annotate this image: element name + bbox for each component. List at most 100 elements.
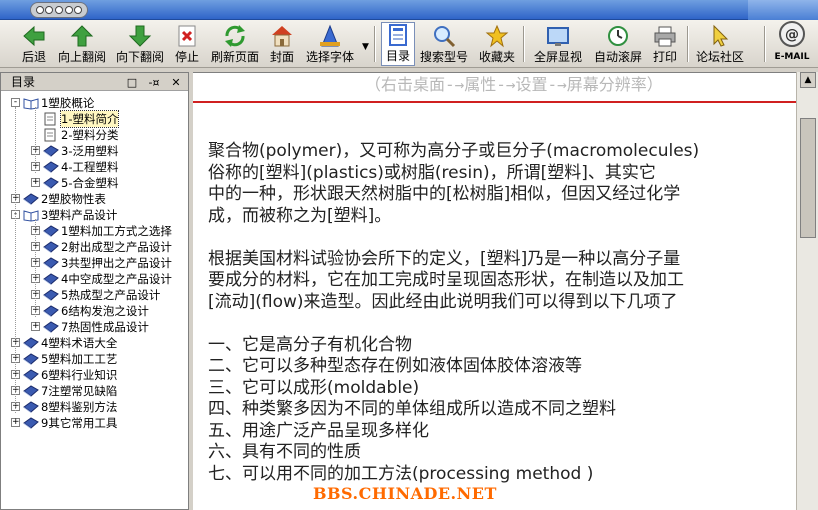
toc-tree-item-label: 4塑料术语大全 — [41, 336, 118, 350]
article-scrollbar[interactable]: ▲ — [796, 72, 818, 510]
toc-tree-item[interactable]: 1-塑料简介 — [1, 110, 188, 128]
back-button[interactable]: 后退 — [14, 22, 54, 66]
toc-tree-item[interactable]: +4中空成型之产品设计 — [1, 271, 188, 287]
expand-icon[interactable]: + — [31, 322, 40, 331]
toc-tree-item[interactable]: +2塑胶物性表 — [1, 191, 188, 207]
article-line: 六、具有不同的性质 — [208, 442, 361, 462]
toc-tree-item[interactable]: +8塑料鉴别方法 — [1, 399, 188, 415]
expand-icon[interactable]: + — [31, 178, 40, 187]
page-down-button[interactable]: 向下翻阅 — [114, 22, 166, 66]
article-line: 俗称的[塑料](plastics)或树脂(resin)，所谓[塑料]、其实它 — [208, 162, 656, 183]
book-icon — [43, 272, 59, 286]
window-controls[interactable] — [748, 0, 818, 20]
font-dropdown-arrow-icon[interactable]: ▼ — [362, 42, 369, 52]
toc-tree-item[interactable]: +5热成型之产品设计 — [1, 287, 188, 303]
home-icon — [270, 24, 294, 48]
toc-tree-item[interactable]: +2射出成型之产品设计 — [1, 239, 188, 255]
toc-tree-item-label: 3-泛用塑料 — [61, 144, 119, 158]
toc-tree-item[interactable]: - 1塑胶概论 — [1, 95, 188, 111]
scroll-thumb[interactable] — [800, 118, 816, 238]
toc-tree-item[interactable]: +1塑料加工方式之选择 — [1, 223, 188, 239]
article-line: 中的一种，形状跟天然树脂中的[松树脂]相似，但因又经过化学 — [208, 184, 681, 204]
expand-icon[interactable]: + — [11, 418, 20, 427]
panel-float-button[interactable]: □ — [125, 74, 139, 92]
svg-text:@: @ — [785, 27, 799, 43]
print-button[interactable]: 打印 — [650, 22, 680, 66]
favorites-star-icon — [485, 24, 509, 48]
toc-tree-item-label: 2塑胶物性表 — [41, 192, 106, 206]
book-icon — [43, 240, 59, 254]
collapse-icon[interactable]: - — [11, 98, 20, 107]
toc-tree-item[interactable]: +7热固性成品设计 — [1, 319, 188, 335]
autoscroll-button[interactable]: 自动滚屏 — [592, 22, 644, 66]
book-icon — [43, 288, 59, 302]
article-line: [流动](flow)来造型。因此经由此说明我们可以得到以下几项了 — [208, 291, 678, 312]
article-view: （右击桌面-→属性-→设置-→屏幕分辨率） 聚合物(polymer)，又可称为高… — [193, 72, 796, 510]
open-book-icon — [23, 208, 39, 222]
article-line: 二、它可以多种型态存在例如液体固体胶体溶液等 — [208, 356, 582, 376]
window-menu-dots[interactable] — [30, 2, 88, 18]
toolbar-separator — [764, 26, 766, 62]
toc-tree-item-label: 8塑料鉴别方法 — [41, 400, 118, 414]
toc-tree-item[interactable]: +9其它常用工具 — [1, 415, 188, 431]
toc-tree-item[interactable]: +6塑料行业知识 — [1, 367, 188, 383]
toc-tree-item[interactable]: 2-塑料分类 — [1, 127, 188, 143]
toc-tree-item[interactable]: +7注塑常见缺陷 — [1, 383, 188, 399]
toc-tree-item-label: 4中空成型之产品设计 — [61, 272, 172, 286]
refresh-button[interactable]: 刷新页面 — [208, 22, 262, 66]
title-bar — [0, 0, 818, 20]
toolbar-separator — [374, 26, 376, 62]
email-button[interactable]: @ E-MAIL — [770, 20, 814, 66]
toc-tree-item[interactable]: +3-泛用塑料 — [1, 143, 188, 159]
article-line: 成，而被称之为[塑料]。 — [208, 205, 392, 226]
stop-icon — [175, 24, 199, 48]
article-line: 要成分的材料，它在加工完成时呈现固态形状，在制造以及加工 — [208, 270, 684, 290]
toc-tree-item[interactable]: +6结构发泡之设计 — [1, 303, 188, 319]
stop-button[interactable]: 停止 — [172, 22, 202, 66]
book-icon — [43, 304, 59, 318]
toc-tree-item[interactable]: +4塑料术语大全 — [1, 335, 188, 351]
panel-pin-button[interactable]: -¤ — [147, 74, 161, 92]
article-text: 聚合物(polymer)，又可称为高分子或巨分子(macromolecules)… — [208, 141, 796, 485]
article-line: 五、用途广泛产品呈现多样化 — [208, 420, 429, 441]
toolbar-separator — [687, 26, 689, 62]
page-icon — [43, 112, 59, 126]
toc-tree-item[interactable]: -3塑料产品设计 — [1, 207, 188, 223]
book-icon — [23, 400, 39, 414]
toc-tree-item[interactable]: +5塑料加工工艺 — [1, 351, 188, 367]
toolbar-separator — [523, 26, 525, 62]
book-icon — [43, 160, 59, 174]
toc-tree: -1塑胶概论 1-塑料简介 2-塑料分类 +3-泛用塑料 +4-工程塑料 +5-合金塑料 +… — [1, 91, 188, 431]
book-icon — [23, 336, 39, 350]
article-line: 三、它可以成形(moldable) — [208, 377, 420, 398]
email-icon: @ — [777, 20, 807, 48]
toc-tree-item-label: 1塑料加工方式之选择 — [61, 224, 172, 238]
book-icon — [43, 320, 59, 334]
page-up-button[interactable]: 向上翻阅 — [56, 22, 108, 66]
book-icon — [23, 352, 39, 366]
book-icon — [23, 384, 39, 398]
toc-tree-item-label: 3塑料产品设计 — [41, 208, 118, 222]
cover-button[interactable]: 封面 — [266, 22, 298, 66]
toc-tree-item[interactable]: +3共型押出之产品设计 — [1, 255, 188, 271]
search-model-button[interactable]: 搜索型号 — [418, 22, 470, 66]
resolution-hint: （右击桌面-→属性-→设置-→屏幕分辨率） — [365, 75, 663, 94]
toc-button[interactable]: 目录 — [381, 22, 415, 66]
forum-button[interactable]: 论坛社区 — [694, 22, 746, 66]
header-divider — [193, 101, 796, 103]
article-line: 七、可以用不同的加工方法(processing method ) — [208, 463, 594, 484]
article-line: 四、种类繁多因为不同的单体组成所以造成不同之塑料 — [208, 399, 616, 419]
scroll-up-arrow-icon[interactable]: ▲ — [800, 72, 816, 88]
page-icon — [43, 128, 59, 142]
autoscroll-icon — [606, 24, 630, 48]
fullscreen-button[interactable]: 全屏显视 — [532, 22, 584, 66]
toc-tree-item-label: 2-塑料分类 — [61, 128, 119, 142]
toc-tree-item[interactable]: +4-工程塑料 — [1, 159, 188, 175]
panel-close-button[interactable]: ✕ — [169, 74, 183, 92]
favorites-button[interactable]: 收藏夹 — [476, 22, 518, 66]
printer-icon — [653, 24, 677, 48]
tree-connector — [35, 107, 36, 173]
select-font-button[interactable]: 选择字体 — [302, 22, 358, 66]
toc-tree-item[interactable]: +5-合金塑料 — [1, 175, 188, 191]
